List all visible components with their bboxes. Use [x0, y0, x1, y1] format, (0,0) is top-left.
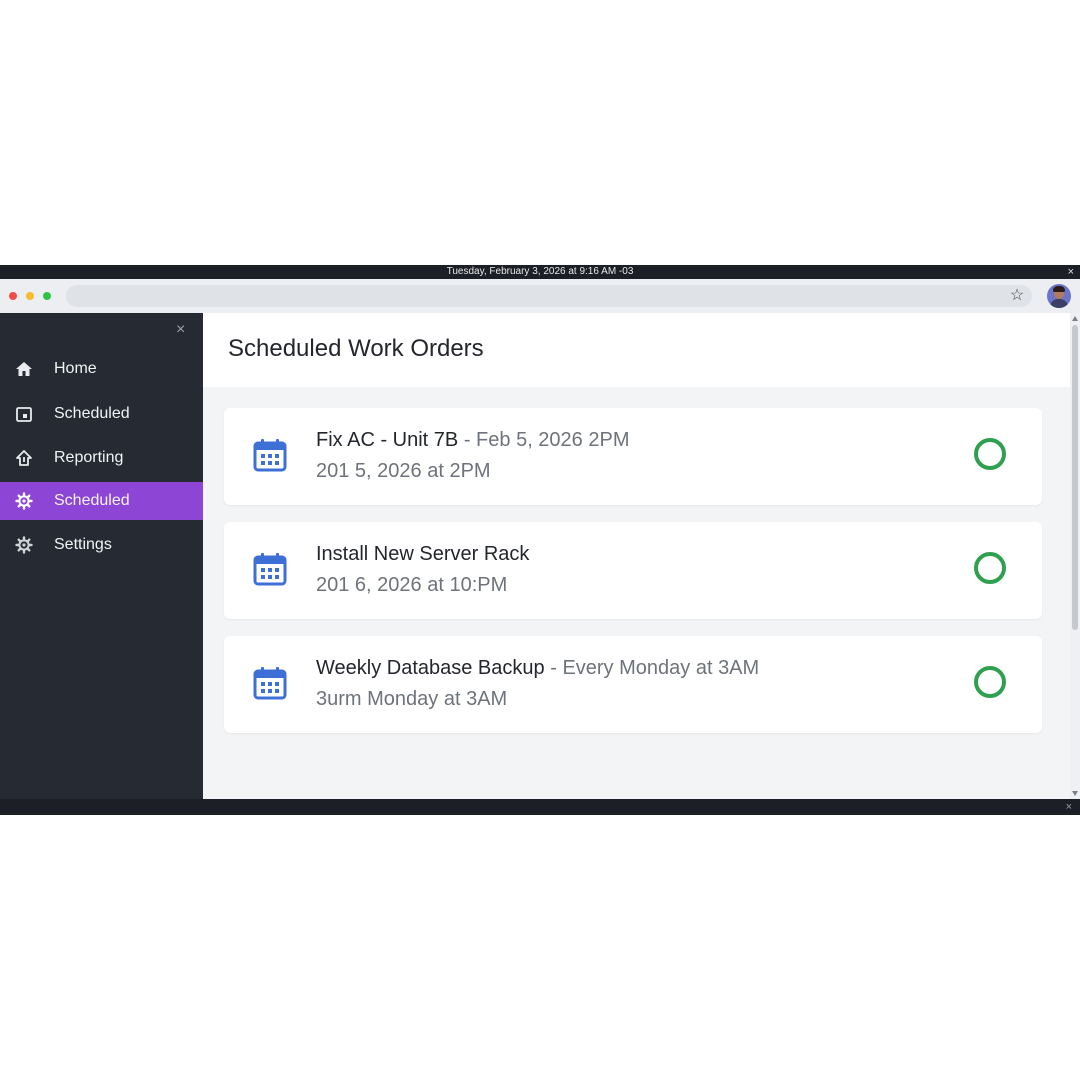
main-content: Scheduled Work Orders Fix AC - Unit 7B -…	[203, 313, 1070, 799]
browser-toolbar: ☆	[0, 279, 1080, 313]
window-minimize-dot[interactable]	[26, 292, 34, 300]
sidebar-item-label: Scheduled	[54, 492, 130, 509]
sidebar-item-label: Settings	[54, 536, 112, 553]
app-window: Tuesday, February 3, 2026 at 9:16 AM -03…	[0, 265, 1080, 815]
os-top-bar: Tuesday, February 3, 2026 at 9:16 AM -03…	[0, 265, 1080, 279]
address-bar[interactable]	[66, 285, 1032, 307]
work-order-subtitle: 201 6, 2026 at 10:PM	[316, 574, 508, 596]
work-order-title: Fix AC - Unit 7B	[316, 429, 459, 451]
page-title: Scheduled Work Orders	[228, 335, 484, 362]
sidebar-close-icon[interactable]: ×	[176, 321, 185, 339]
work-order-subtitle: 201 5, 2026 at 2PM	[316, 460, 491, 482]
calendar-icon	[253, 552, 287, 591]
status-circle-icon[interactable]	[974, 438, 1006, 470]
calendar-icon	[253, 666, 287, 705]
sidebar-item-scheduled-active[interactable]: Scheduled	[0, 482, 203, 520]
work-order-title-line: Fix AC - Unit 7B - Feb 5, 2026 2PM	[316, 429, 629, 452]
scroll-down-arrow-icon[interactable]	[1072, 791, 1078, 796]
sidebar-item-label: Home	[54, 360, 97, 377]
work-order-subtitle: 3urm Monday at 3AM	[316, 688, 508, 710]
sidebar-item-settings[interactable]: Settings	[0, 526, 203, 564]
status-circle-icon[interactable]	[974, 552, 1006, 584]
bottom-bar: ×	[0, 799, 1080, 815]
reporting-icon	[14, 448, 34, 468]
title-separator: -	[458, 429, 477, 451]
sidebar-item-home[interactable]: Home	[0, 350, 203, 388]
title-separator: -	[544, 657, 563, 679]
star-icon[interactable]: ☆	[1007, 285, 1027, 307]
status-circle-icon[interactable]	[974, 666, 1006, 698]
sidebar-item-scheduled[interactable]: Scheduled	[0, 395, 203, 433]
work-order-card[interactable]: Weekly Database Backup - Every Monday at…	[224, 636, 1042, 733]
scroll-up-arrow-icon[interactable]	[1072, 316, 1078, 321]
window-close-dot[interactable]	[9, 292, 17, 300]
work-order-title-line: Weekly Database Backup - Every Monday at…	[316, 657, 759, 680]
bottom-close-icon[interactable]: ×	[1066, 799, 1072, 815]
work-order-meta: Feb 5, 2026 2PM	[476, 429, 630, 451]
sidebar-item-label: Scheduled	[54, 405, 130, 422]
vertical-scrollbar[interactable]	[1070, 313, 1080, 799]
work-order-card[interactable]: Install New Server Rack 201 6, 2026 at 1…	[224, 522, 1042, 619]
scroll-thumb[interactable]	[1072, 325, 1078, 630]
avatar[interactable]	[1047, 284, 1071, 308]
home-icon	[14, 359, 34, 379]
sidebar-item-label: Reporting	[54, 449, 124, 466]
calendar-square-icon	[14, 404, 34, 424]
os-close-button[interactable]: ×	[1068, 265, 1074, 279]
gear-icon	[14, 491, 34, 511]
page-header: Scheduled Work Orders	[203, 313, 1070, 387]
sidebar-item-reporting[interactable]: Reporting	[0, 439, 203, 477]
sidebar: × Home Scheduled Reporting Scheduled Set…	[0, 313, 203, 799]
calendar-icon	[253, 438, 287, 477]
work-order-title: Weekly Database Backup	[316, 657, 545, 679]
os-datetime: Tuesday, February 3, 2026 at 9:16 AM -03	[446, 266, 634, 277]
work-order-title-line: Install New Server Rack	[316, 543, 529, 566]
window-maximize-dot[interactable]	[43, 292, 51, 300]
work-order-title: Install New Server Rack	[316, 543, 530, 565]
gear-icon	[14, 535, 34, 555]
work-order-meta: Every Monday at 3AM	[562, 657, 760, 679]
work-order-card[interactable]: Fix AC - Unit 7B - Feb 5, 2026 2PM 201 5…	[224, 408, 1042, 505]
